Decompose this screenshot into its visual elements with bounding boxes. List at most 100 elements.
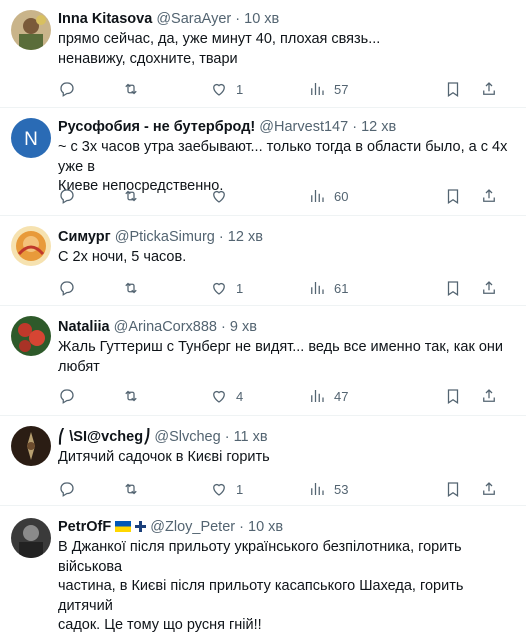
avatar[interactable] [11,10,51,50]
tweet[interactable]: ⎛ \SI@vcheg⎠ @Slvcheg · 11 хв Дитячий са… [0,416,526,506]
timestamp[interactable]: 10 хв [244,11,279,27]
author-name[interactable]: PetrOfF [58,519,111,535]
reply-button[interactable] [58,186,76,206]
retweet-icon [125,190,137,202]
author-name[interactable]: Nataliia [58,319,110,335]
reply-icon [60,482,74,497]
bookmark-button[interactable] [444,386,462,406]
text-line: В Джанкої після прильоту українського бе… [58,539,462,575]
like-button[interactable]: 1 [210,79,243,99]
reply-button[interactable] [58,479,76,499]
timestamp[interactable]: 10 хв [248,519,283,535]
share-icon [483,189,495,202]
avatar[interactable] [11,426,51,466]
views-icon [311,282,324,294]
bookmark-button[interactable] [444,79,462,99]
tweet-text: прямо сейчас, да, уже минут 40, плохая с… [58,30,518,69]
retweet-button[interactable] [122,479,140,499]
timestamp[interactable]: 11 хв [234,429,268,445]
tweet-text: С 2х ночи, 5 часов. [58,248,518,268]
timestamp[interactable]: 9 хв [230,319,257,335]
share-button[interactable] [480,479,498,499]
views-button[interactable]: 61 [308,278,348,298]
share-button[interactable] [480,186,498,206]
views-button[interactable]: 60 [308,186,348,206]
retweet-button[interactable] [122,79,140,99]
like-button[interactable]: 1 [210,278,243,298]
bookmark-button[interactable] [444,479,462,499]
author-name[interactable]: Симург [58,229,111,245]
retweet-button[interactable] [122,278,140,298]
like-button[interactable]: 1 [210,479,243,499]
bookmark-button[interactable] [444,278,462,298]
heart-icon [213,483,225,496]
separator: · [224,429,230,445]
like-button[interactable]: 4 [210,386,243,406]
share-button[interactable] [480,278,498,298]
bookmark-button[interactable] [444,186,462,206]
author-handle[interactable]: @Zloy_Peter [150,519,235,535]
avatar[interactable]: N [11,118,51,158]
view-count: 60 [334,188,349,204]
reply-button[interactable] [58,278,76,298]
action-bar: 1 53 [58,479,514,499]
author-handle[interactable]: @SaraAyer [156,11,231,27]
retweet-button[interactable] [122,186,140,206]
views-icon [311,483,324,495]
like-count: 4 [236,388,244,404]
retweet-icon [125,83,137,95]
like-count: 1 [236,280,244,296]
tweet[interactable]: Симург @PtickaSimurg · 12 хв С 2х ночи, … [0,216,526,306]
text-line: прямо сейчас, да, уже минут 40, плохая с… [58,31,381,47]
tweet[interactable]: Inna Kitasova @SaraAyer · 10 хв прямо се… [0,0,526,108]
views-button[interactable]: 53 [308,479,348,499]
avatar[interactable] [11,316,51,356]
author-name[interactable]: Русофобия - не бутерброд! [58,119,255,135]
views-button[interactable]: 47 [308,386,348,406]
like-count: 1 [236,481,244,497]
tweet[interactable]: N Русофобия - не бутерброд! @Harvest147 … [0,108,526,216]
author-handle[interactable]: @Harvest147 [259,119,348,135]
tweet[interactable]: PetrOfF @Zloy_Peter · 10 хв В Джанкої пі… [0,506,526,633]
separator: · [235,11,241,27]
reply-button[interactable] [58,79,76,99]
author-handle[interactable]: @Slvcheg [154,429,220,445]
tweet-text: Жаль Гуттериш с Тунберг не видят... ведь… [58,338,518,377]
retweet-button[interactable] [122,386,140,406]
author-handle[interactable]: @ArinaCorx888 [114,319,217,335]
share-button[interactable] [480,79,498,99]
like-button[interactable] [210,186,236,206]
author-name[interactable]: ⎛ \SI@vcheg⎠ [58,429,150,445]
timestamp[interactable]: 12 хв [228,229,263,245]
separator: · [221,319,226,335]
text-line: С 2х ночи, 5 часов. [58,249,187,265]
text-line: Жаль Гуттериш с Тунберг не видят... ведь… [58,339,503,355]
reply-icon [60,189,74,204]
reply-icon [60,389,74,404]
separator: · [352,119,358,135]
author-handle[interactable]: @PtickaSimurg [115,229,215,245]
heart-icon [213,282,225,295]
views-button[interactable]: 57 [308,79,348,99]
retweet-icon [125,483,137,495]
action-bar: 4 47 [58,386,514,406]
ukraine-flag-icon [115,521,132,532]
bookmark-icon [447,189,459,204]
text-line: ~ с 3х часов утра заебывают... только то… [58,139,508,175]
text-line: любят [58,358,100,375]
heart-icon [213,390,225,403]
tweet[interactable]: Nataliia @ArinaCorx888 · 9 хв Жаль Гутте… [0,306,526,416]
reply-button[interactable] [58,386,76,406]
bookmark-icon [447,82,459,97]
view-count: 61 [334,280,349,296]
author-name[interactable]: Inna Kitasova [58,11,152,27]
tweet-text: Дитячий садочок в Києві горить [58,448,518,468]
avatar[interactable] [11,518,51,558]
separator: · [239,519,244,535]
timestamp[interactable]: 12 хв [361,119,396,135]
share-button[interactable] [480,386,498,406]
avatar[interactable] [11,226,51,266]
avatar-letter: N [24,129,38,150]
separator: · [218,229,224,245]
bookmark-icon [447,482,459,497]
